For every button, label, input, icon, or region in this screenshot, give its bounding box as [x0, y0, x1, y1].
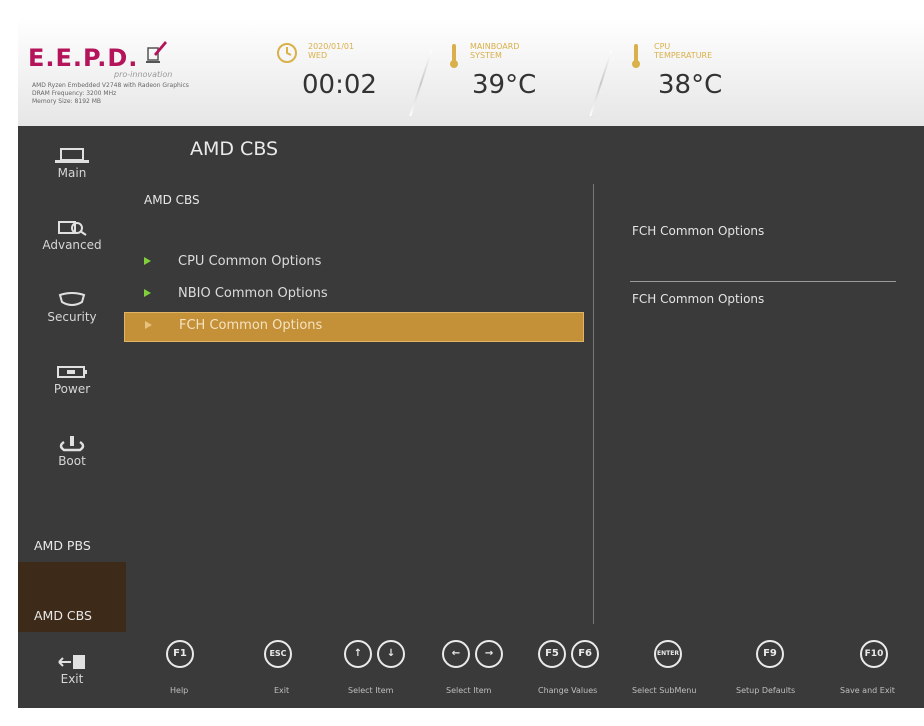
submenu-arrow-icon [144, 257, 151, 265]
sidebar-item-amd-pbs[interactable]: AMD PBS [18, 538, 126, 553]
key-label-change-values: Change Values [538, 686, 598, 695]
sidebar: Main Advanced Security Power Boot AMD PB… [18, 126, 126, 708]
menu-item-label: FCH Common Options [179, 318, 323, 333]
page-title: AMD CBS [190, 138, 279, 160]
help-title: FCH Common Options [632, 224, 765, 238]
dram-info: DRAM Frequency: 3200 MHz [32, 90, 117, 97]
key-label-help: Help [170, 686, 189, 695]
menu-item-label: NBIO Common Options [178, 286, 328, 301]
clock-icon [277, 43, 297, 63]
sidebar-item-advanced[interactable]: Advanced [18, 198, 126, 270]
sidebar-item-label: Power [53, 382, 91, 396]
panel-divider [593, 184, 594, 624]
help-description: FCH Common Options [632, 292, 765, 306]
key-label-setup-defaults: Setup Defaults [736, 686, 796, 695]
header-separator [589, 50, 613, 116]
mainboard-temp-value: 39°C [472, 70, 537, 100]
key-label-save-exit: Save and Exit [840, 686, 895, 695]
memory-info: Memory Size: 8192 MB [32, 98, 102, 105]
time-value: 00:02 [302, 70, 377, 100]
key-f9-defaults[interactable]: F9 [756, 640, 784, 680]
day-text: WED [308, 51, 328, 60]
menu-item-fch-common-options[interactable]: FCH Common Options [124, 312, 584, 342]
key-label-select-item: Select Item [446, 686, 492, 695]
sidebar-item-label: Exit [60, 672, 84, 686]
key-esc-exit[interactable]: ESC [264, 640, 292, 680]
sidebar-item-label: Main [57, 166, 87, 180]
down-arrow-key-icon: ↓ [377, 640, 406, 668]
exit-door-icon [58, 655, 85, 669]
sidebar-item-label: AMD CBS [34, 608, 92, 623]
menu-item-label: CPU Common Options [178, 254, 322, 269]
key-label-exit: Exit [274, 686, 290, 695]
key-f1-help[interactable]: F1 [166, 640, 194, 680]
submenu-arrow-icon [144, 289, 151, 297]
key-label-select-item: Select Item [348, 686, 394, 695]
key-enter-submenu[interactable]: ENTER [654, 640, 682, 680]
menu-item-nbio-common-options[interactable]: NBIO Common Options [124, 281, 584, 309]
up-arrow-key-icon: ↑ [344, 640, 372, 668]
submenu-arrow-icon [145, 321, 152, 329]
esc-key-icon: ESC [264, 640, 292, 668]
sidebar-item-boot[interactable]: Boot [18, 414, 126, 486]
cpu-label-line1: CPU [654, 42, 671, 51]
f6-key-icon: F6 [571, 640, 600, 668]
mainboard-label-line1: MAINBOARD [470, 42, 520, 51]
bios-window: E.E.P.D. pro-innovation AMD Ryzen Embedd… [18, 18, 924, 708]
shield-icon [58, 292, 86, 306]
mainboard-label: MAINBOARD SYSTEM [470, 42, 519, 60]
left-arrow-key-icon: ← [442, 640, 470, 668]
thermometer-icon [632, 44, 640, 68]
sidebar-item-main[interactable]: Main [18, 126, 126, 198]
help-separator [630, 281, 896, 282]
logo-pen-icon [146, 41, 167, 63]
right-arrow-key-icon: → [475, 640, 504, 668]
key-up-down-select[interactable]: ↑ ↓ [344, 640, 406, 680]
mainboard-label-line2: SYSTEM [470, 51, 502, 60]
magnifier-icon [58, 221, 87, 236]
cpu-label-line2: TEMPERATURE [654, 51, 713, 60]
key-label-select-submenu: Select SubMenu [632, 686, 697, 695]
f9-key-icon: F9 [756, 640, 784, 668]
f10-key-icon: F10 [860, 640, 888, 668]
power-icon [59, 436, 85, 452]
sidebar-item-label: Boot [58, 454, 86, 468]
menu-item-cpu-common-options[interactable]: CPU Common Options [124, 249, 584, 277]
enter-key-icon: ENTER [654, 640, 682, 668]
cpu-label: CPU TEMPERATURE [654, 42, 712, 60]
sidebar-item-amd-cbs[interactable]: AMD CBS [18, 562, 126, 632]
brand-logo: E.E.P.D. [28, 44, 139, 72]
cpu-info: AMD Ryzen Embedded V2748 with Radeon Gra… [32, 82, 189, 89]
cpu-temp-value: 38°C [658, 70, 723, 100]
thermometer-icon [450, 44, 458, 68]
brand-tagline: pro-innovation [114, 70, 173, 79]
section-heading: AMD CBS [144, 193, 200, 207]
sidebar-item-label: Advanced [42, 238, 102, 252]
sidebar-item-security[interactable]: Security [18, 270, 126, 342]
battery-icon [57, 366, 87, 378]
f5-key-icon: F5 [538, 640, 566, 668]
key-f5-f6-change[interactable]: F5 F6 [538, 640, 600, 680]
sidebar-item-power[interactable]: Power [18, 342, 126, 414]
clock-label: 2020/01/01 WED [308, 42, 354, 60]
monitor-icon [55, 148, 89, 163]
header-separator [409, 50, 433, 116]
key-left-right-select[interactable]: ← → [442, 640, 504, 680]
system-info: AMD Ryzen Embedded V2748 with Radeon Gra… [32, 82, 232, 106]
key-f10-save-exit[interactable]: F10 [860, 640, 888, 680]
date-text: 2020/01/01 [308, 42, 355, 51]
header-bar: E.E.P.D. pro-innovation AMD Ryzen Embedd… [18, 18, 924, 126]
sidebar-item-label: Security [47, 310, 97, 324]
f1-key-icon: F1 [166, 640, 194, 668]
sidebar-item-exit[interactable]: Exit [18, 638, 126, 710]
